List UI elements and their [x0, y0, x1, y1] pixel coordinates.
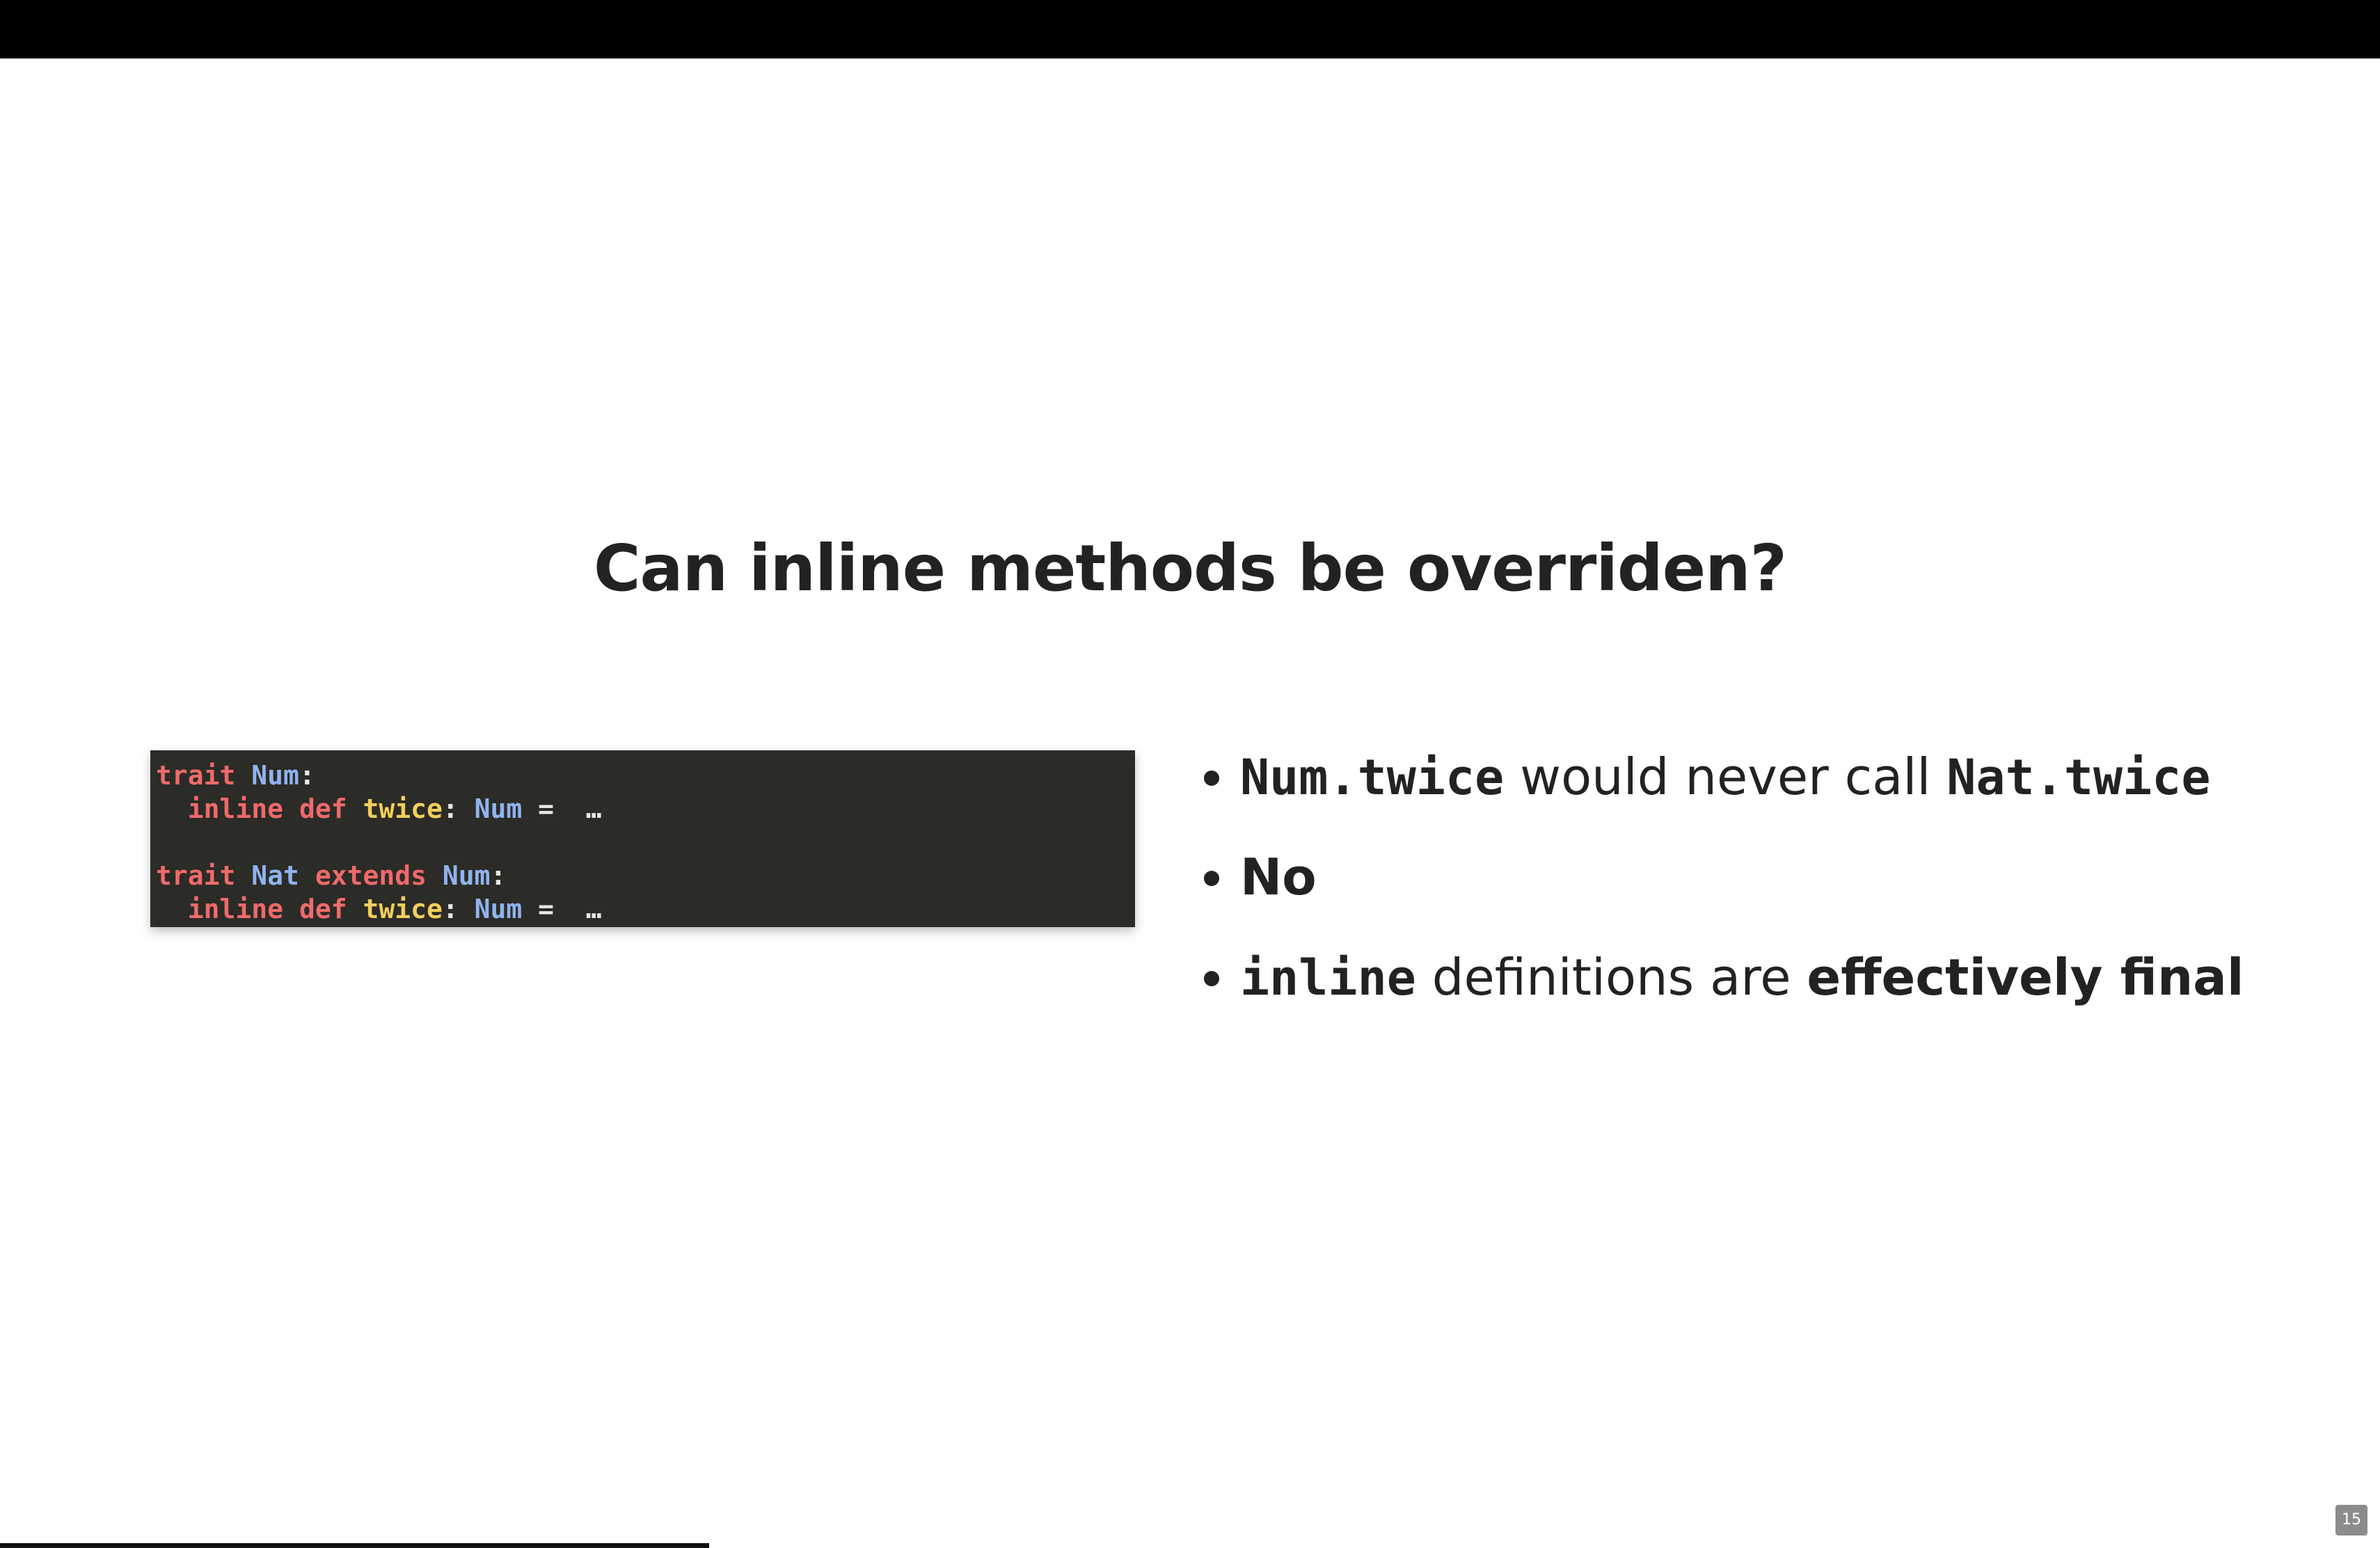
code-line-4: trait Nat extends Num: [156, 859, 1129, 892]
bullet-item: Num.twice would never call Nat.twice [1198, 738, 2340, 838]
bullet-strong-text: effectively final [1807, 948, 2244, 1006]
bullet-list: Num.twice would never call Nat.twice No … [1198, 738, 2340, 1038]
bullet-item: No [1198, 838, 2340, 938]
code-type: Nat [251, 860, 299, 891]
code-punct: : [442, 793, 459, 824]
bullet-text: would never call [1504, 748, 1947, 806]
code-keyword: trait [156, 760, 236, 791]
code-punct: : [299, 760, 315, 791]
bullet-item: inline definitions are effectively final [1198, 938, 2340, 1038]
code-punct: : [490, 860, 507, 891]
bullet-dot-icon [1204, 771, 1219, 786]
bullet-dot-icon [1204, 871, 1219, 886]
bullet-strong-text: No [1240, 848, 1317, 906]
code-type: Num [474, 894, 523, 924]
bullet-dot-icon [1204, 971, 1219, 986]
code-line-2: inline def twice: Num = … [156, 792, 1129, 826]
slide-title: Can inline methods be overriden? [594, 531, 1787, 606]
code-type: Num [474, 793, 523, 824]
code-keyword: trait [156, 860, 236, 891]
code-punct: : [442, 894, 459, 924]
code-rest: = … [522, 793, 602, 824]
code-line-1: trait Num: [156, 759, 1129, 792]
inline-code: Num.twice [1240, 749, 1505, 806]
code-line-5: inline def twice: Num = … [156, 892, 1129, 926]
code-type: Num [251, 760, 299, 791]
bullet-text: definitions are [1415, 948, 1807, 1006]
code-block: trait Num: inline def twice: Num = … tra… [150, 750, 1135, 927]
code-keyword: def [299, 894, 347, 924]
code-type: Num [442, 860, 491, 891]
code-keyword: inline [187, 894, 284, 924]
top-black-bar [0, 0, 2380, 58]
code-keyword: inline [187, 793, 284, 824]
inline-code: Nat.twice [1946, 749, 2211, 806]
page-number-badge: 15 [2335, 1505, 2367, 1535]
code-rest: = … [522, 894, 602, 924]
code-keyword: def [299, 793, 347, 824]
code-keyword: extends [315, 860, 427, 891]
inline-code: inline [1240, 949, 1416, 1006]
slide-progress-bar [0, 1543, 709, 1548]
code-function-name: twice [363, 793, 443, 824]
code-function-name: twice [363, 894, 443, 924]
